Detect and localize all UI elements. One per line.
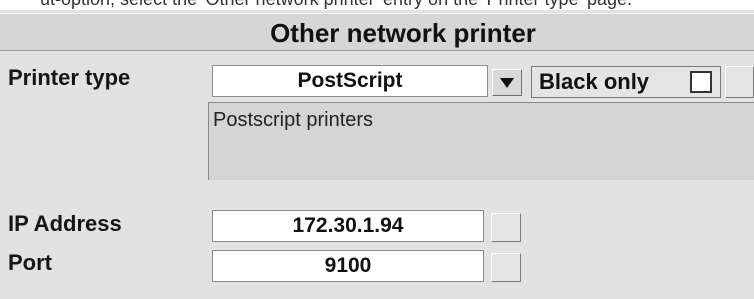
black-only-label: Black only: [539, 69, 650, 94]
ip-address-label: IP Address: [8, 211, 122, 236]
ip-address-button[interactable]: [491, 213, 521, 242]
port-field[interactable]: 9100: [212, 250, 484, 282]
port-button[interactable]: [491, 253, 521, 282]
clipped-header-text: ut-option, select the 'Other network pri…: [40, 0, 632, 10]
printer-type-extra-button[interactable]: [725, 66, 754, 98]
printer-type-label: Printer type: [8, 65, 131, 90]
ip-address-field[interactable]: 172.30.1.94: [212, 210, 484, 242]
printer-type-dropdown-button[interactable]: [492, 69, 522, 96]
printer-settings-panel: Other network printer Printer type PostS…: [0, 10, 754, 299]
black-only-toggle[interactable]: Black only: [531, 66, 721, 98]
section-title-bar: Other network printer: [0, 13, 754, 51]
section-title: Other network printer: [270, 18, 536, 48]
port-label: Port: [8, 250, 52, 275]
black-only-checkbox[interactable]: [690, 71, 712, 93]
clipped-header-text-strip: ut-option, select the 'Other network pri…: [0, 0, 754, 10]
printer-type-description: Postscript printers: [208, 102, 754, 180]
printer-type-select[interactable]: PostScript: [212, 65, 488, 97]
